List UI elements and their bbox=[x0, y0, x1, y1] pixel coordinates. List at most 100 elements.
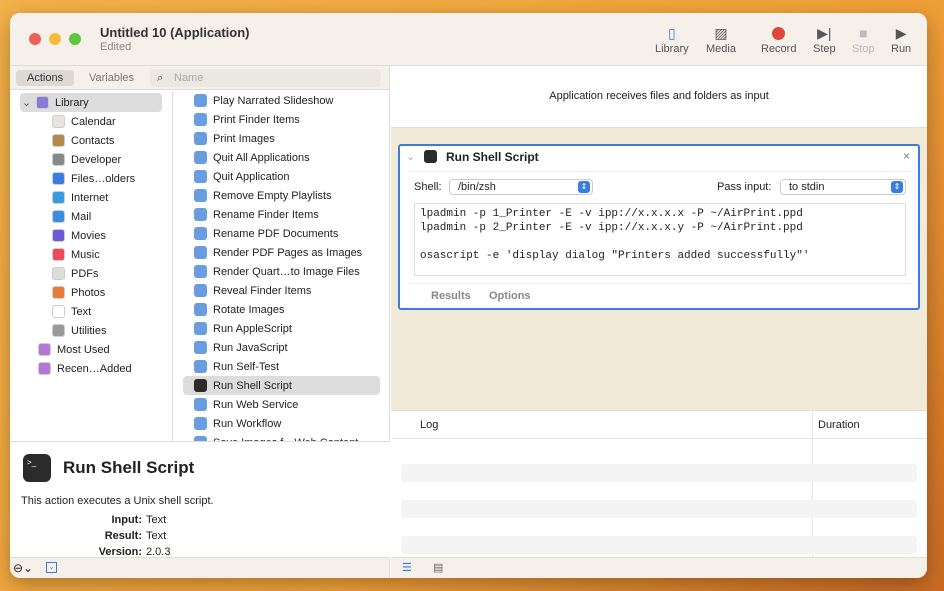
action-label: Reveal Finder Items bbox=[213, 284, 312, 297]
action-item[interactable]: Quit Application bbox=[183, 167, 380, 186]
category-item[interactable]: Text bbox=[10, 302, 172, 321]
library-bottom-bar: ⊖⌄ ⌄ bbox=[10, 557, 389, 578]
description-toggle-icon[interactable]: ⌄ bbox=[46, 562, 57, 573]
action-icon bbox=[194, 360, 207, 373]
action-item[interactable]: Run JavaScript bbox=[183, 338, 380, 357]
terminal-icon bbox=[424, 150, 437, 163]
action-icon bbox=[194, 94, 207, 107]
shell-select[interactable]: /bin/zsh ⇕ bbox=[449, 179, 593, 195]
category-item[interactable]: Internet bbox=[10, 188, 172, 207]
action-item[interactable]: Reveal Finder Items bbox=[183, 281, 380, 300]
action-icon bbox=[194, 246, 207, 259]
tab-results[interactable]: Results bbox=[431, 290, 471, 302]
action-item[interactable]: Run Shell Script bbox=[183, 376, 380, 395]
action-icon bbox=[194, 189, 207, 202]
run-button[interactable]: ▶ Run bbox=[891, 23, 911, 56]
workflow-area: ⌄ Run Shell Script × Shell: /bin/zsh ⇕ Pa… bbox=[391, 128, 927, 410]
collapse-chevron-icon[interactable]: ⌄ bbox=[406, 150, 415, 163]
action-item[interactable]: Remove Empty Playlists bbox=[183, 186, 380, 205]
stop-button[interactable]: ■ Stop bbox=[852, 23, 875, 55]
action-list: Play Narrated Slideshow Print Finder Item… bbox=[174, 91, 390, 441]
category-item[interactable]: Calendar bbox=[10, 112, 172, 131]
result-value: Text bbox=[146, 530, 167, 542]
action-description: >_ Run Shell Script This action executes… bbox=[10, 441, 390, 558]
action-icon bbox=[194, 170, 207, 183]
category-item[interactable]: ⌄ Library bbox=[20, 93, 162, 112]
action-label: Quit All Applications bbox=[213, 151, 310, 164]
tab-variables[interactable]: Variables bbox=[78, 70, 145, 86]
list-view-icon[interactable]: ☰ bbox=[402, 561, 412, 574]
category-item[interactable]: Photos bbox=[10, 283, 172, 302]
category-item[interactable]: Utilities bbox=[10, 321, 172, 340]
action-item[interactable]: Render PDF Pages as Images bbox=[183, 243, 380, 262]
category-icon bbox=[38, 362, 51, 375]
action-label: Remove Empty Playlists bbox=[213, 189, 332, 202]
category-icon bbox=[38, 343, 51, 356]
library-button[interactable]: ▯ Library bbox=[655, 23, 689, 56]
tab-actions[interactable]: Actions bbox=[16, 70, 75, 86]
action-item[interactable]: Quit All Applications bbox=[183, 148, 380, 167]
action-item[interactable]: Run AppleScript bbox=[183, 319, 380, 338]
category-item[interactable]: Most Used bbox=[10, 340, 172, 359]
category-item[interactable]: Music bbox=[10, 245, 172, 264]
action-icon bbox=[194, 322, 207, 335]
action-label: Run JavaScript bbox=[213, 341, 288, 354]
action-item[interactable]: Print Images bbox=[183, 129, 380, 148]
action-item[interactable]: Run Workflow bbox=[183, 414, 380, 433]
library-label: Library bbox=[655, 43, 689, 55]
action-item[interactable]: Save Images f…Web Content bbox=[183, 433, 380, 441]
stop-icon: ■ bbox=[859, 25, 868, 41]
action-icon bbox=[194, 227, 207, 240]
action-item[interactable]: Play Narrated Slideshow bbox=[183, 91, 380, 110]
action-item[interactable]: Print Finder Items bbox=[183, 110, 380, 129]
duration-column-header[interactable]: Duration bbox=[818, 419, 860, 431]
action-label: Rename Finder Items bbox=[213, 208, 319, 221]
search-input[interactable]: ⌕ Name bbox=[150, 69, 381, 87]
sidebar-icon: ▯ bbox=[667, 24, 676, 41]
zoom-button[interactable] bbox=[69, 33, 81, 45]
category-item[interactable]: Developer bbox=[10, 150, 172, 169]
action-item[interactable]: Rename PDF Documents bbox=[183, 224, 380, 243]
photos-icon: ▨ bbox=[714, 24, 728, 41]
category-item[interactable]: Movies bbox=[10, 226, 172, 245]
minimize-button[interactable] bbox=[49, 33, 61, 45]
category-item[interactable]: Recen…Added bbox=[10, 359, 172, 378]
action-item[interactable]: Render Quart…to Image Files bbox=[183, 262, 380, 281]
input-label: Input: bbox=[111, 514, 142, 526]
step-button[interactable]: ▶| Step bbox=[813, 23, 836, 56]
category-icon bbox=[52, 286, 65, 299]
category-icon bbox=[52, 134, 65, 147]
log-row bbox=[401, 464, 917, 482]
category-label: Utilities bbox=[71, 324, 107, 337]
script-editor[interactable]: lpadmin -p 1_Printer -E -v ipp://x.x.x.x… bbox=[414, 203, 906, 276]
log-column-header[interactable]: Log bbox=[420, 419, 438, 431]
category-item[interactable]: Files…olders bbox=[10, 169, 172, 188]
input-value: Text bbox=[146, 514, 167, 526]
chevron-updown-icon: ⇕ bbox=[578, 181, 590, 193]
result-label: Result: bbox=[104, 530, 142, 542]
pass-input-select[interactable]: to stdin ⇕ bbox=[780, 179, 906, 195]
disclosure-chevron-icon[interactable]: ⌄ bbox=[22, 96, 36, 109]
remove-action-icon[interactable]: × bbox=[903, 149, 910, 163]
action-item[interactable]: Run Self-Test bbox=[183, 357, 380, 376]
action-card-run-shell-script[interactable]: ⌄ Run Shell Script × Shell: /bin/zsh ⇕ Pa… bbox=[398, 144, 920, 310]
flow-view-icon[interactable]: ▤ bbox=[433, 561, 443, 574]
action-item[interactable]: Rotate Images bbox=[183, 300, 380, 319]
category-label: Contacts bbox=[71, 134, 115, 147]
action-item[interactable]: Rename Finder Items bbox=[183, 205, 380, 224]
category-icon bbox=[52, 324, 65, 337]
category-label: Text bbox=[71, 305, 92, 318]
record-button[interactable]: Record bbox=[761, 23, 796, 55]
category-item[interactable]: PDFs bbox=[10, 264, 172, 283]
action-item[interactable]: Run Web Service bbox=[183, 395, 380, 414]
play-icon: ▶ bbox=[895, 24, 907, 41]
record-icon bbox=[772, 23, 786, 43]
category-icon bbox=[52, 267, 65, 280]
media-button[interactable]: ▨ Media bbox=[706, 23, 736, 56]
tab-options[interactable]: Options bbox=[489, 290, 531, 302]
category-item[interactable]: Mail bbox=[10, 207, 172, 226]
more-options-icon[interactable]: ⊖⌄ bbox=[13, 561, 33, 575]
action-icon bbox=[194, 398, 207, 411]
close-button[interactable] bbox=[29, 33, 41, 45]
category-item[interactable]: Contacts bbox=[10, 131, 172, 150]
